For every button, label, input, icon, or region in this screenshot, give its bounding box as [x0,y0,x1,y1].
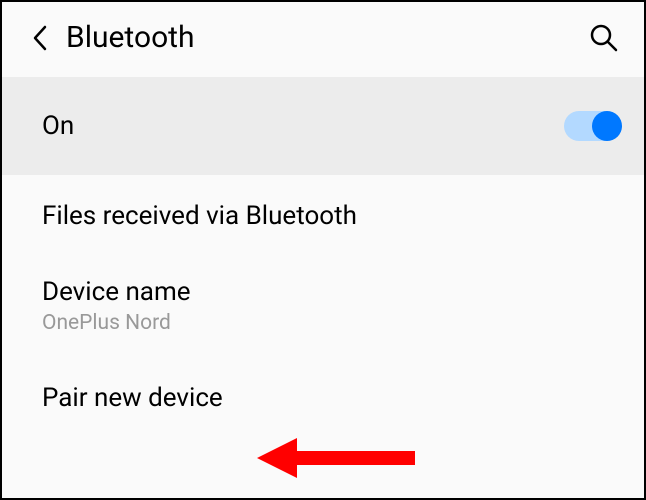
toggle-label: On [42,111,74,141]
pair-new-device-label: Pair new device [42,383,620,413]
header: Bluetooth [2,2,644,77]
device-name-item[interactable]: Device name OnePlus Nord [2,257,644,355]
files-received-label: Files received via Bluetooth [42,201,620,231]
device-name-label: Device name [42,277,620,307]
device-name-value: OnePlus Nord [42,311,620,335]
pair-new-device-item[interactable]: Pair new device [2,355,644,427]
back-icon[interactable] [26,24,54,52]
bluetooth-toggle-row[interactable]: On [2,77,644,175]
files-received-item[interactable]: Files received via Bluetooth [2,175,644,257]
toggle-knob [592,111,622,141]
search-icon[interactable] [588,22,620,54]
annotation-arrow-icon [257,433,417,483]
page-title: Bluetooth [66,20,588,55]
bluetooth-toggle[interactable] [564,111,620,141]
